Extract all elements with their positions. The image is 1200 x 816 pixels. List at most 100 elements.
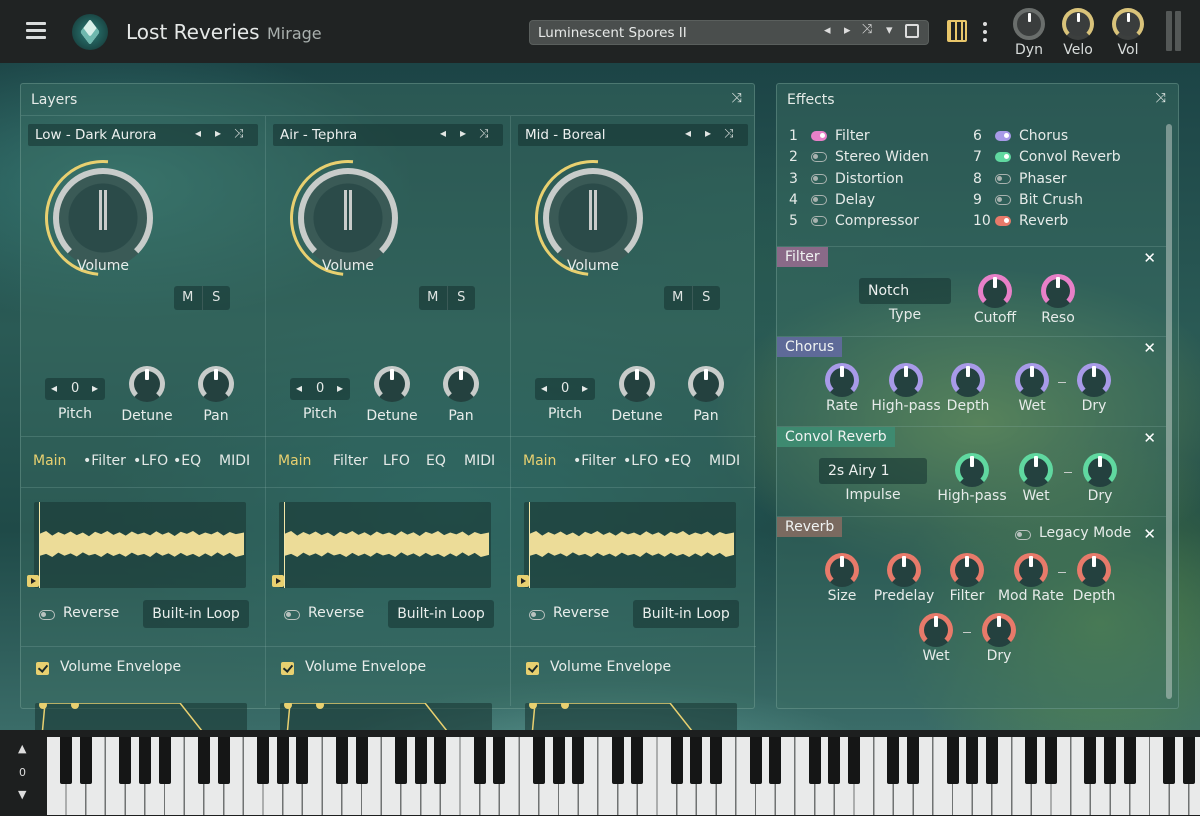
close-convol-reverb-icon[interactable]: ✕ [1143, 429, 1156, 447]
black-key[interactable] [1045, 737, 1057, 784]
black-key[interactable] [532, 737, 545, 784]
close-reverb-icon[interactable]: ✕ [1143, 525, 1156, 543]
black-key[interactable] [690, 737, 703, 784]
legacy-mode-toggle[interactable] [1015, 530, 1031, 540]
black-key[interactable] [848, 737, 860, 784]
effect-toggle[interactable] [811, 152, 827, 163]
black-key[interactable] [1025, 737, 1038, 784]
tab-0[interactable]: Main [33, 453, 66, 469]
black-key[interactable] [296, 737, 309, 784]
effects-scrollbar[interactable] [1166, 124, 1172, 699]
effect-toggle[interactable] [995, 216, 1011, 227]
convol-dry-knob[interactable] [1083, 453, 1117, 487]
sample-waveform[interactable] [279, 502, 491, 588]
reso-knob[interactable] [1041, 274, 1075, 308]
reverb-filter-knob[interactable] [950, 553, 984, 587]
tab-3[interactable]: EQ [426, 453, 446, 469]
volume-knob[interactable] [511, 136, 675, 300]
volume-envelope-checkbox[interactable] [526, 662, 539, 675]
black-key[interactable] [276, 737, 289, 784]
pitch-up-icon[interactable]: ▸ [92, 381, 98, 395]
black-key[interactable] [946, 737, 959, 784]
black-key[interactable] [473, 737, 486, 784]
pitch-stepper[interactable]: ◂ 0 ▸ [535, 378, 595, 400]
black-key[interactable] [414, 737, 427, 784]
layer-name[interactable]: Mid - Boreal [525, 127, 606, 143]
next-layer-icon[interactable]: ▸ [215, 126, 221, 140]
convol-high-pass-knob[interactable] [955, 453, 989, 487]
pan-knob[interactable] [198, 366, 234, 402]
prev-layer-icon[interactable]: ◂ [195, 126, 201, 140]
chorus-dry-knob[interactable] [1077, 363, 1111, 397]
cutoff-knob[interactable] [978, 274, 1012, 308]
effect-item-1[interactable]: 1 Filter [789, 128, 870, 144]
black-key[interactable] [631, 737, 644, 784]
close-filter-icon[interactable]: ✕ [1143, 249, 1156, 267]
tab-1[interactable]: •Filter [83, 453, 126, 469]
randomize-effects-icon[interactable]: ⤨ [1156, 91, 1166, 106]
built-in-loop-button[interactable]: Built-in Loop [388, 600, 494, 628]
save-preset-icon[interactable] [905, 24, 919, 38]
black-key[interactable] [394, 737, 407, 784]
effect-toggle[interactable] [811, 194, 827, 205]
solo-button[interactable]: S [448, 286, 476, 310]
volume-knob[interactable] [266, 136, 430, 300]
tab-0[interactable]: Main [523, 453, 556, 469]
effect-item-5[interactable]: 5 Compressor [789, 213, 919, 229]
layer-name[interactable]: Air - Tephra [280, 127, 357, 143]
volume-envelope-checkbox[interactable] [281, 662, 294, 675]
tab-1[interactable]: •Filter [573, 453, 616, 469]
black-key[interactable] [1084, 737, 1097, 784]
black-key[interactable] [355, 737, 368, 784]
solo-button[interactable]: S [693, 286, 721, 310]
black-key[interactable] [572, 737, 585, 784]
pan-knob[interactable] [443, 366, 479, 402]
tab-4[interactable]: MIDI [709, 453, 740, 469]
effect-item-4[interactable]: 4 Delay [789, 192, 875, 208]
effect-toggle[interactable] [995, 131, 1011, 141]
pitch-stepper[interactable]: ◂ 0 ▸ [290, 378, 350, 400]
black-key[interactable] [1182, 737, 1195, 784]
prev-layer-icon[interactable]: ◂ [440, 126, 446, 140]
pitch-up-icon[interactable]: ▸ [582, 381, 588, 395]
reverb-wet-knob[interactable] [919, 613, 953, 647]
black-key[interactable] [434, 737, 447, 784]
reverse-toggle[interactable] [284, 610, 300, 620]
velo-knob[interactable] [1062, 8, 1094, 40]
tab-4[interactable]: MIDI [219, 453, 250, 469]
chorus-high-pass-knob[interactable] [889, 363, 923, 397]
mute-button[interactable]: M [419, 286, 448, 310]
black-key[interactable] [1104, 737, 1117, 784]
randomize-layer-icon[interactable]: ⤨ [724, 126, 734, 141]
black-key[interactable] [119, 737, 132, 784]
effect-item-3[interactable]: 3 Distortion [789, 171, 904, 187]
black-key[interactable] [197, 737, 210, 784]
black-key[interactable] [710, 737, 723, 784]
pan-knob[interactable] [688, 366, 724, 402]
preset-selector[interactable]: Luminescent Spores II ◂ ▸ ⤨ ▾ [529, 20, 929, 45]
tab-3[interactable]: •EQ [663, 453, 691, 469]
volume-knob[interactable] [21, 136, 185, 300]
keyboard-toggle-icon[interactable] [947, 20, 967, 42]
close-chorus-icon[interactable]: ✕ [1143, 339, 1156, 357]
black-key[interactable] [257, 737, 269, 784]
pitch-down-icon[interactable]: ◂ [51, 381, 57, 395]
pitch-stepper[interactable]: ◂ 0 ▸ [45, 378, 105, 400]
black-key[interactable] [217, 737, 230, 784]
reverb-dry-knob[interactable] [982, 613, 1016, 647]
octave-down-icon[interactable]: ▼ [18, 788, 26, 801]
reverb-size-knob[interactable] [825, 553, 859, 587]
black-key[interactable] [335, 737, 348, 784]
effect-item-10[interactable]: 10 Reverb [973, 213, 1068, 229]
convol-wet-knob[interactable] [1019, 453, 1053, 487]
tab-1[interactable]: Filter [333, 453, 368, 469]
effect-toggle[interactable] [811, 173, 827, 184]
tab-3[interactable]: •EQ [173, 453, 201, 469]
reverb-predelay-knob[interactable] [887, 553, 921, 587]
sample-waveform[interactable] [524, 502, 736, 588]
pitch-down-icon[interactable]: ◂ [296, 381, 302, 395]
effect-toggle[interactable] [811, 216, 827, 227]
layer-name[interactable]: Low - Dark Aurora [35, 127, 157, 143]
built-in-loop-button[interactable]: Built-in Loop [143, 600, 249, 628]
effect-toggle[interactable] [995, 173, 1011, 184]
